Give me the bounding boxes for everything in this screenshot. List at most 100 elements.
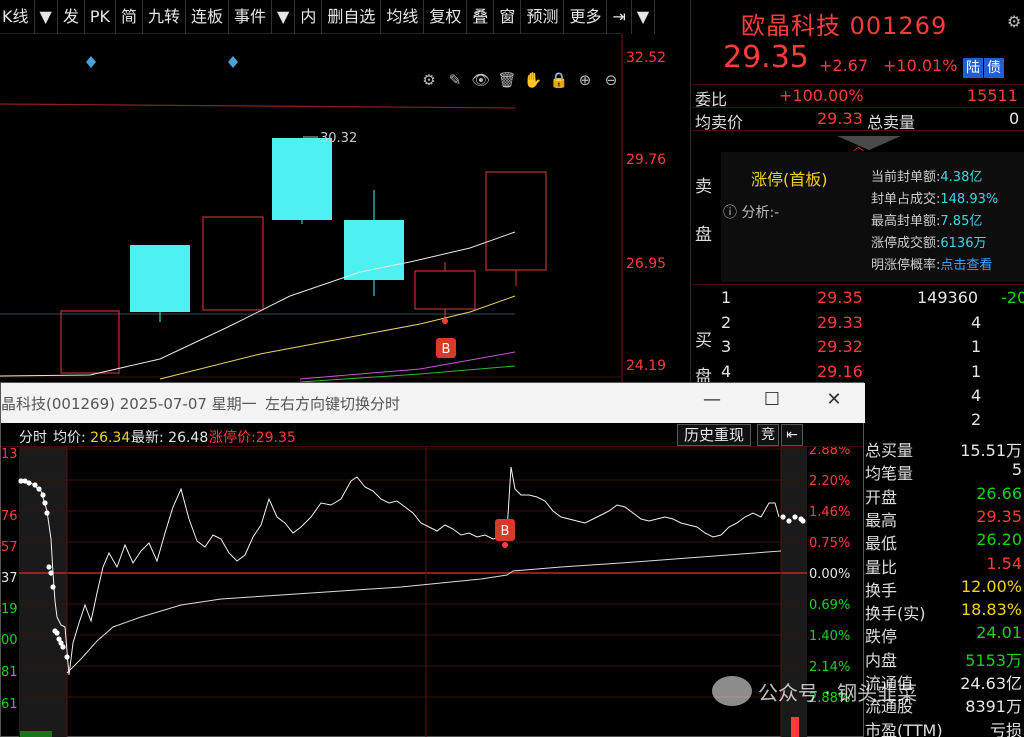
collapse-icon[interactable]: ⇥	[607, 0, 632, 34]
weibi-extra: 15511	[967, 86, 1018, 105]
collapse-triangle[interactable]	[837, 136, 901, 150]
candle	[272, 138, 332, 220]
price-change-pct: +10.01%	[883, 56, 958, 75]
stat-label: 均笔量	[865, 464, 914, 484]
auction-dot	[54, 630, 60, 636]
stat-value: 5153万	[965, 650, 1022, 670]
order-level: 4	[721, 362, 732, 381]
price-axis-label: 61	[1, 697, 18, 712]
candle	[202, 216, 264, 311]
price-label: 26.95	[626, 256, 666, 272]
adjust-button[interactable]: 复权	[424, 0, 468, 34]
auction-dot	[44, 510, 50, 516]
remove-watchlist-button[interactable]: 删自选	[322, 0, 382, 34]
trash-icon[interactable]: 🗑	[496, 70, 518, 90]
order-level: 2	[721, 313, 732, 332]
stat-label: 跌停	[865, 627, 898, 647]
more-button[interactable]: 更多	[564, 0, 608, 34]
sell-side-label: 盘	[695, 225, 712, 245]
order-volume: 1	[971, 362, 982, 381]
order-extra: -200	[1001, 288, 1024, 307]
zoom-in-icon[interactable]: ⊕	[574, 70, 596, 90]
minimize-icon[interactable]: —	[699, 389, 725, 410]
gear-icon[interactable]: ⚙	[1007, 12, 1021, 31]
auction-button[interactable]: 竞	[757, 424, 779, 446]
draw-icon[interactable]: ✎	[444, 70, 466, 90]
stat-value: 亏损	[989, 720, 1022, 737]
watermark: 公众号 · 钢头韭菜	[712, 676, 917, 706]
avg-price: 均价: 26.34	[53, 430, 131, 446]
inner-button[interactable]: 内	[295, 0, 323, 34]
order-level: 1	[721, 288, 732, 307]
price-axis-label: 19	[1, 602, 18, 617]
intraday-avg-line	[66, 550, 782, 674]
publish-button[interactable]: 发	[58, 0, 85, 34]
lock-icon[interactable]: 🔒	[548, 70, 570, 90]
stat-value: 12.00%	[960, 576, 1022, 596]
connect-badge[interactable]: 陆	[963, 58, 983, 78]
order-volume: 4	[971, 313, 982, 332]
next-limit-prob[interactable]: 明涨停概率:点击查看	[871, 254, 992, 273]
intraday-infobar: 分时 均价: 26.34 最新: 26.48 涨停价:29.35 历史重现 竞 …	[1, 423, 863, 447]
price-axis-label: 57	[1, 540, 18, 555]
candle	[130, 245, 190, 312]
stat-value: 26.66	[976, 483, 1022, 503]
collapse-dropdown[interactable]: ▼	[632, 0, 656, 34]
seal-ratio: 封单占成交:148.93%	[871, 192, 999, 207]
forecast-button[interactable]: 预测	[521, 0, 565, 34]
kline-chart[interactable]: 30.32 B 32.52 29.76 26.95 24.19 ⚙ ✎ 👁 🗑 …	[0, 34, 690, 384]
price-label: 24.19	[626, 358, 666, 374]
auction-dot	[64, 654, 70, 660]
stat-label: 换手(实)	[865, 604, 926, 624]
rewind-icon[interactable]: ⇤	[781, 424, 803, 446]
popup-hint: 左右方向键切换分时	[265, 395, 401, 413]
buy-side-label: 买	[695, 331, 712, 351]
overlay-button[interactable]: 叠	[467, 0, 495, 34]
hand-icon[interactable]: ✋	[522, 70, 544, 90]
stat-value: 15.51万	[960, 441, 1022, 460]
maximize-icon[interactable]: ☐	[759, 389, 785, 410]
stock-name: 欧晶科技 001269	[741, 12, 948, 40]
consecutive-board-button[interactable]: 连板	[186, 0, 230, 34]
pct-axis-label: 0.69%	[809, 598, 850, 613]
eye-icon[interactable]: 👁	[470, 70, 492, 90]
current-seal: 当前封单额:4.38亿	[871, 170, 983, 185]
pk-button[interactable]: PK	[85, 0, 116, 34]
auction-dot	[786, 518, 792, 524]
buy-marker-label: B	[501, 524, 510, 539]
close-icon[interactable]: ✕	[821, 389, 847, 410]
stat-label: 最低	[865, 534, 898, 554]
event-button[interactable]: 事件	[229, 0, 273, 34]
popup-titlebar[interactable]: 晶科技(001269) 2025-07-07 星期一 左右方向键切换分时 — ☐…	[1, 383, 865, 423]
order-level: 3	[721, 337, 732, 356]
auction-dot	[792, 514, 798, 520]
price-label: 29.76	[626, 152, 666, 168]
stat-label: 内盘	[865, 650, 898, 670]
auction-dot	[60, 644, 66, 650]
ma-line-yellow	[159, 295, 516, 380]
pct-axis-label: 0.75%	[809, 536, 850, 551]
kline-dropdown[interactable]: ▼	[35, 0, 58, 34]
event-dropdown[interactable]: ▼	[272, 0, 296, 34]
auction-dot	[36, 486, 42, 492]
stat-value: 8391万	[965, 697, 1022, 717]
zoom-out-icon[interactable]: ⊖	[600, 70, 622, 90]
window-button[interactable]: 窗	[494, 0, 522, 34]
pct-axis-label: 1.46%	[809, 505, 850, 520]
volume-bar	[791, 717, 799, 737]
history-replay-button[interactable]: 历史重现	[677, 424, 752, 446]
candle	[485, 171, 547, 271]
weibi-value: +100.00%	[779, 86, 864, 105]
chart-tools: ⚙ ✎ 👁 🗑 ✋ 🔒 ⊕ ⊖	[418, 70, 622, 90]
popup-title: 晶科技(001269) 2025-07-07 星期一	[1, 395, 257, 413]
fenshi-label: 分时	[19, 430, 47, 446]
buy-dot	[442, 318, 448, 324]
bond-badge[interactable]: 债	[984, 58, 1004, 78]
simple-button[interactable]: 简	[116, 0, 143, 34]
max-seal: 最高封单额:7.85亿	[871, 214, 983, 229]
kline-tab[interactable]: K线	[0, 0, 35, 34]
nine-turn-button[interactable]: 九转	[143, 0, 186, 34]
settings-icon[interactable]: ⚙	[418, 70, 440, 90]
moving-average-button[interactable]: 均线	[381, 0, 425, 34]
pct-axis-label: 0.00%	[809, 567, 850, 582]
